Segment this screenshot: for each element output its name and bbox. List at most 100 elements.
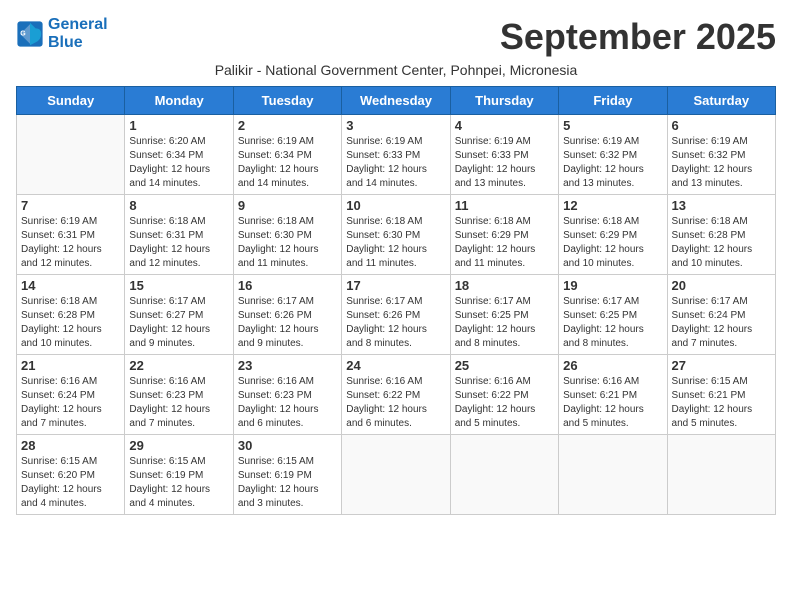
day-number: 8 <box>129 198 228 213</box>
logo: G General Blue <box>16 16 108 51</box>
day-info: Sunrise: 6:19 AM Sunset: 6:32 PM Dayligh… <box>672 135 771 191</box>
day-info: Sunrise: 6:17 AM Sunset: 6:25 PM Dayligh… <box>563 295 662 351</box>
day-number: 14 <box>21 278 120 293</box>
calendar-cell: 19 Sunrise: 6:17 AM Sunset: 6:25 PM Dayl… <box>559 275 667 355</box>
calendar-cell: 1 Sunrise: 6:20 AM Sunset: 6:34 PM Dayli… <box>125 115 233 195</box>
calendar-week-row: 7 Sunrise: 6:19 AM Sunset: 6:31 PM Dayli… <box>17 195 776 275</box>
weekday-header: Saturday <box>667 87 775 115</box>
day-number: 11 <box>455 198 554 213</box>
day-number: 10 <box>346 198 445 213</box>
day-number: 15 <box>129 278 228 293</box>
day-number: 17 <box>346 278 445 293</box>
day-number: 16 <box>238 278 337 293</box>
day-info: Sunrise: 6:19 AM Sunset: 6:31 PM Dayligh… <box>21 215 120 271</box>
calendar-cell <box>342 435 450 515</box>
calendar-cell: 10 Sunrise: 6:18 AM Sunset: 6:30 PM Dayl… <box>342 195 450 275</box>
day-info: Sunrise: 6:18 AM Sunset: 6:29 PM Dayligh… <box>563 215 662 271</box>
calendar-cell: 12 Sunrise: 6:18 AM Sunset: 6:29 PM Dayl… <box>559 195 667 275</box>
day-number: 19 <box>563 278 662 293</box>
day-info: Sunrise: 6:20 AM Sunset: 6:34 PM Dayligh… <box>129 135 228 191</box>
calendar-cell <box>667 435 775 515</box>
day-info: Sunrise: 6:16 AM Sunset: 6:22 PM Dayligh… <box>455 375 554 431</box>
calendar-cell: 24 Sunrise: 6:16 AM Sunset: 6:22 PM Dayl… <box>342 355 450 435</box>
day-info: Sunrise: 6:15 AM Sunset: 6:19 PM Dayligh… <box>129 455 228 511</box>
calendar-cell <box>450 435 558 515</box>
calendar-cell: 4 Sunrise: 6:19 AM Sunset: 6:33 PM Dayli… <box>450 115 558 195</box>
day-info: Sunrise: 6:16 AM Sunset: 6:23 PM Dayligh… <box>129 375 228 431</box>
calendar-cell: 16 Sunrise: 6:17 AM Sunset: 6:26 PM Dayl… <box>233 275 341 355</box>
calendar-week-row: 1 Sunrise: 6:20 AM Sunset: 6:34 PM Dayli… <box>17 115 776 195</box>
weekday-header: Wednesday <box>342 87 450 115</box>
svg-text:G: G <box>20 30 26 37</box>
logo-line2: Blue <box>48 34 108 52</box>
day-number: 23 <box>238 358 337 373</box>
calendar-cell: 14 Sunrise: 6:18 AM Sunset: 6:28 PM Dayl… <box>17 275 125 355</box>
day-number: 27 <box>672 358 771 373</box>
calendar-cell: 5 Sunrise: 6:19 AM Sunset: 6:32 PM Dayli… <box>559 115 667 195</box>
day-info: Sunrise: 6:18 AM Sunset: 6:28 PM Dayligh… <box>672 215 771 271</box>
calendar-cell: 30 Sunrise: 6:15 AM Sunset: 6:19 PM Dayl… <box>233 435 341 515</box>
logo-icon: G <box>16 20 44 48</box>
day-number: 28 <box>21 438 120 453</box>
calendar-cell <box>559 435 667 515</box>
calendar-header-row: SundayMondayTuesdayWednesdayThursdayFrid… <box>17 87 776 115</box>
calendar-cell: 17 Sunrise: 6:17 AM Sunset: 6:26 PM Dayl… <box>342 275 450 355</box>
day-number: 9 <box>238 198 337 213</box>
day-info: Sunrise: 6:16 AM Sunset: 6:21 PM Dayligh… <box>563 375 662 431</box>
day-info: Sunrise: 6:15 AM Sunset: 6:20 PM Dayligh… <box>21 455 120 511</box>
day-info: Sunrise: 6:18 AM Sunset: 6:29 PM Dayligh… <box>455 215 554 271</box>
day-info: Sunrise: 6:18 AM Sunset: 6:30 PM Dayligh… <box>238 215 337 271</box>
calendar-cell: 13 Sunrise: 6:18 AM Sunset: 6:28 PM Dayl… <box>667 195 775 275</box>
day-info: Sunrise: 6:18 AM Sunset: 6:31 PM Dayligh… <box>129 215 228 271</box>
calendar-cell: 20 Sunrise: 6:17 AM Sunset: 6:24 PM Dayl… <box>667 275 775 355</box>
day-info: Sunrise: 6:16 AM Sunset: 6:22 PM Dayligh… <box>346 375 445 431</box>
calendar: SundayMondayTuesdayWednesdayThursdayFrid… <box>16 86 776 515</box>
weekday-header: Thursday <box>450 87 558 115</box>
day-info: Sunrise: 6:19 AM Sunset: 6:33 PM Dayligh… <box>455 135 554 191</box>
day-info: Sunrise: 6:17 AM Sunset: 6:26 PM Dayligh… <box>346 295 445 351</box>
day-number: 13 <box>672 198 771 213</box>
day-number: 20 <box>672 278 771 293</box>
calendar-cell: 6 Sunrise: 6:19 AM Sunset: 6:32 PM Dayli… <box>667 115 775 195</box>
calendar-cell <box>17 115 125 195</box>
calendar-cell: 15 Sunrise: 6:17 AM Sunset: 6:27 PM Dayl… <box>125 275 233 355</box>
day-info: Sunrise: 6:17 AM Sunset: 6:27 PM Dayligh… <box>129 295 228 351</box>
calendar-cell: 28 Sunrise: 6:15 AM Sunset: 6:20 PM Dayl… <box>17 435 125 515</box>
weekday-header: Tuesday <box>233 87 341 115</box>
day-info: Sunrise: 6:17 AM Sunset: 6:25 PM Dayligh… <box>455 295 554 351</box>
calendar-week-row: 21 Sunrise: 6:16 AM Sunset: 6:24 PM Dayl… <box>17 355 776 435</box>
calendar-cell: 21 Sunrise: 6:16 AM Sunset: 6:24 PM Dayl… <box>17 355 125 435</box>
day-info: Sunrise: 6:18 AM Sunset: 6:30 PM Dayligh… <box>346 215 445 271</box>
calendar-cell: 7 Sunrise: 6:19 AM Sunset: 6:31 PM Dayli… <box>17 195 125 275</box>
day-info: Sunrise: 6:15 AM Sunset: 6:21 PM Dayligh… <box>672 375 771 431</box>
day-number: 29 <box>129 438 228 453</box>
day-number: 7 <box>21 198 120 213</box>
calendar-cell: 27 Sunrise: 6:15 AM Sunset: 6:21 PM Dayl… <box>667 355 775 435</box>
calendar-cell: 26 Sunrise: 6:16 AM Sunset: 6:21 PM Dayl… <box>559 355 667 435</box>
day-number: 6 <box>672 118 771 133</box>
weekday-header: Friday <box>559 87 667 115</box>
logo-line1: General <box>48 16 108 34</box>
day-info: Sunrise: 6:17 AM Sunset: 6:26 PM Dayligh… <box>238 295 337 351</box>
calendar-cell: 29 Sunrise: 6:15 AM Sunset: 6:19 PM Dayl… <box>125 435 233 515</box>
day-info: Sunrise: 6:16 AM Sunset: 6:23 PM Dayligh… <box>238 375 337 431</box>
day-number: 30 <box>238 438 337 453</box>
calendar-cell: 18 Sunrise: 6:17 AM Sunset: 6:25 PM Dayl… <box>450 275 558 355</box>
calendar-cell: 23 Sunrise: 6:16 AM Sunset: 6:23 PM Dayl… <box>233 355 341 435</box>
day-number: 26 <box>563 358 662 373</box>
day-number: 22 <box>129 358 228 373</box>
day-number: 3 <box>346 118 445 133</box>
day-info: Sunrise: 6:18 AM Sunset: 6:28 PM Dayligh… <box>21 295 120 351</box>
day-info: Sunrise: 6:15 AM Sunset: 6:19 PM Dayligh… <box>238 455 337 511</box>
calendar-cell: 22 Sunrise: 6:16 AM Sunset: 6:23 PM Dayl… <box>125 355 233 435</box>
weekday-header: Monday <box>125 87 233 115</box>
day-number: 18 <box>455 278 554 293</box>
calendar-cell: 25 Sunrise: 6:16 AM Sunset: 6:22 PM Dayl… <box>450 355 558 435</box>
calendar-cell: 2 Sunrise: 6:19 AM Sunset: 6:34 PM Dayli… <box>233 115 341 195</box>
calendar-cell: 3 Sunrise: 6:19 AM Sunset: 6:33 PM Dayli… <box>342 115 450 195</box>
calendar-week-row: 14 Sunrise: 6:18 AM Sunset: 6:28 PM Dayl… <box>17 275 776 355</box>
day-number: 4 <box>455 118 554 133</box>
calendar-cell: 8 Sunrise: 6:18 AM Sunset: 6:31 PM Dayli… <box>125 195 233 275</box>
subtitle: Palikir - National Government Center, Po… <box>16 62 776 78</box>
weekday-header: Sunday <box>17 87 125 115</box>
